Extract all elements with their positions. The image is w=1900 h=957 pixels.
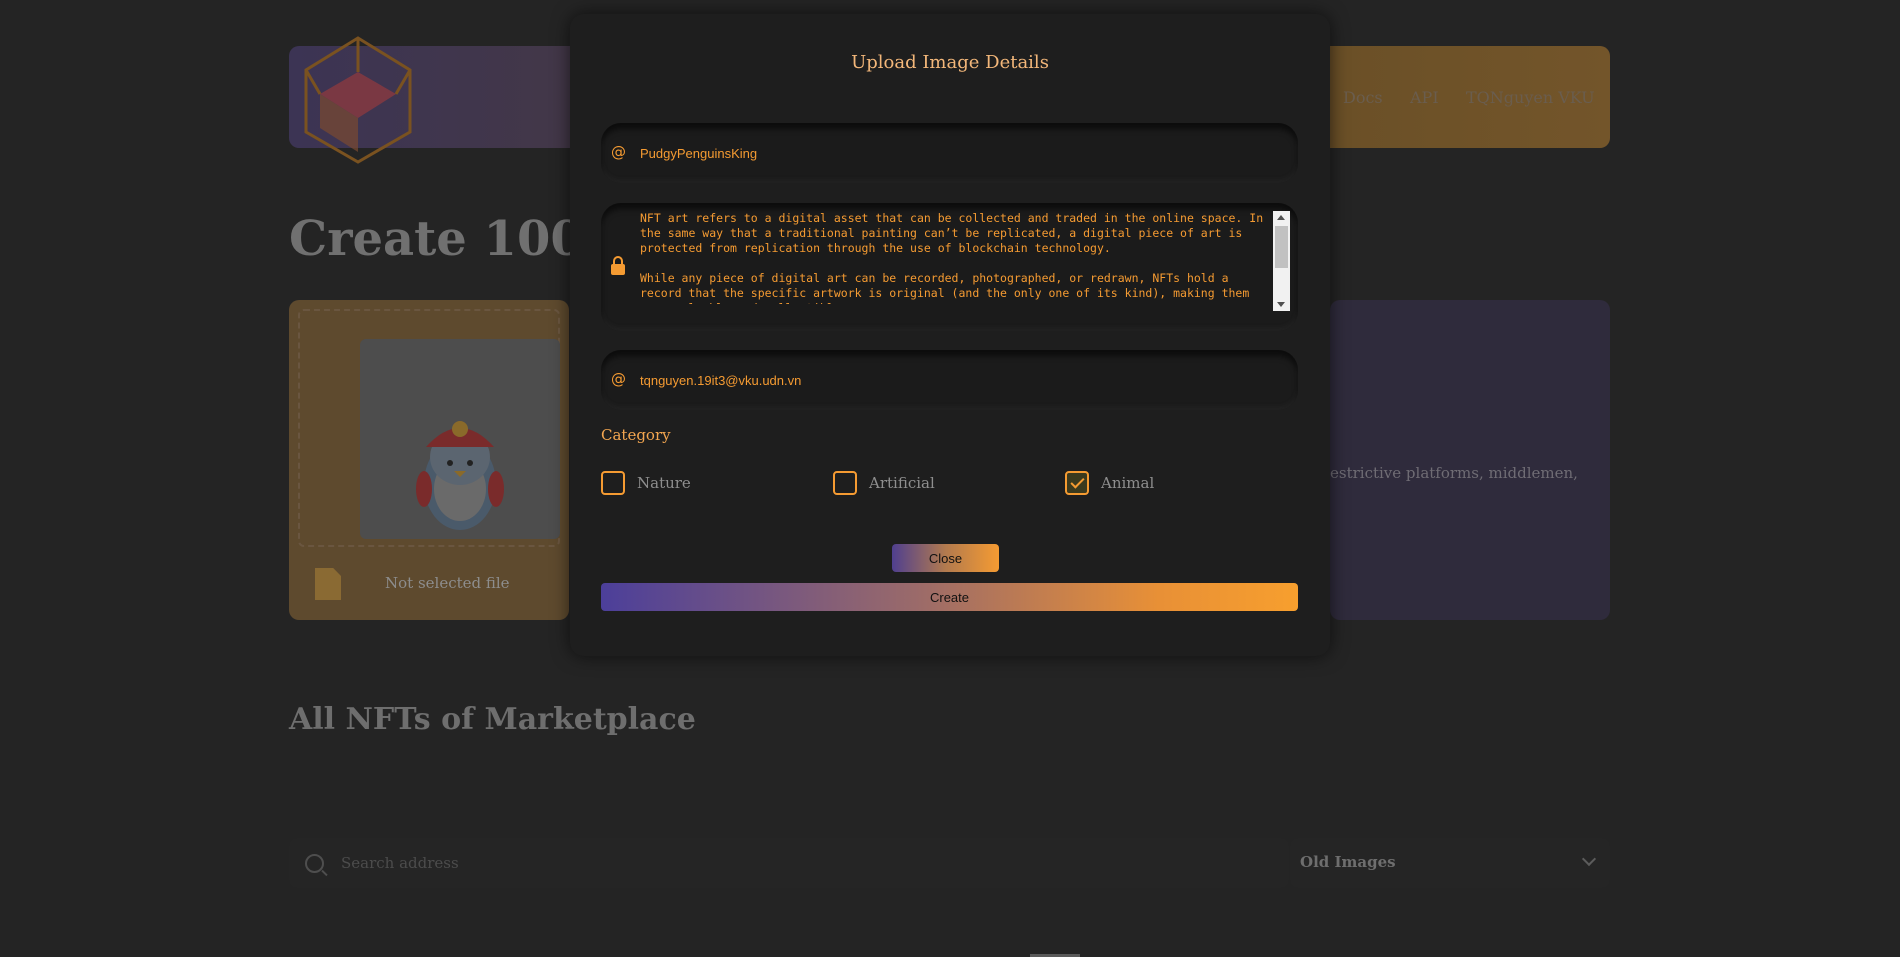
marketplace-title: All NFTs of Marketplace [289,702,696,737]
search-input[interactable] [341,852,941,874]
upload-details-modal: Upload Image Details @ NFT art refers to… [570,14,1330,656]
name-input[interactable] [640,123,1260,183]
modal-title: Upload Image Details [851,52,1049,73]
description-textarea[interactable]: NFT art refers to a digital asset that c… [640,211,1270,304]
at-icon: @ [611,370,626,388]
info-card: estrictive platforms, middlemen, [1330,300,1610,620]
sort-select[interactable]: Old Images [1290,838,1610,888]
close-button[interactable]: Close [892,544,999,572]
upload-card: Not selected file [289,300,589,620]
search-bar [289,838,1289,888]
nav-link-api[interactable]: API [1410,88,1439,107]
name-field: @ [601,123,1298,183]
sort-selected-value: Old Images [1300,853,1396,871]
check-icon [1070,474,1085,489]
animal-checkbox[interactable] [1065,471,1089,495]
cube-logo-icon[interactable] [300,34,416,166]
lock-icon [611,256,625,275]
file-row: Not selected file [311,564,589,604]
nav-link-docs[interactable]: Docs [1343,88,1383,107]
create-button[interactable]: Create [601,583,1298,611]
nature-checkbox[interactable] [601,471,625,495]
description-scrollbar[interactable] [1273,211,1290,311]
search-icon [305,854,324,873]
category-label: Category [601,426,671,444]
animal-label: Animal [1101,474,1155,492]
scroll-down-icon[interactable] [1277,302,1285,307]
drop-zone[interactable] [298,309,560,547]
scroll-up-icon[interactable] [1277,215,1285,220]
nature-label: Nature [637,474,691,492]
chevron-down-icon [1581,851,1597,867]
category-animal[interactable]: Animal [1065,470,1154,496]
email-input[interactable] [640,350,1260,410]
info-card-text: estrictive platforms, middlemen, [1330,464,1578,482]
image-preview [360,339,560,539]
category-artificial[interactable]: Artificial [833,470,935,496]
file-icon[interactable] [315,568,341,600]
category-nature[interactable]: Nature [601,470,691,496]
artificial-checkbox[interactable] [833,471,857,495]
email-field: @ [601,350,1298,410]
nav-link-account[interactable]: TQNguyen VKU [1466,88,1595,107]
penguin-image [416,421,504,530]
file-status: Not selected file [385,574,510,592]
scroll-thumb[interactable] [1275,226,1288,268]
description-field: NFT art refers to a digital asset that c… [601,203,1298,331]
at-icon: @ [611,143,626,161]
artificial-label: Artificial [869,474,935,492]
